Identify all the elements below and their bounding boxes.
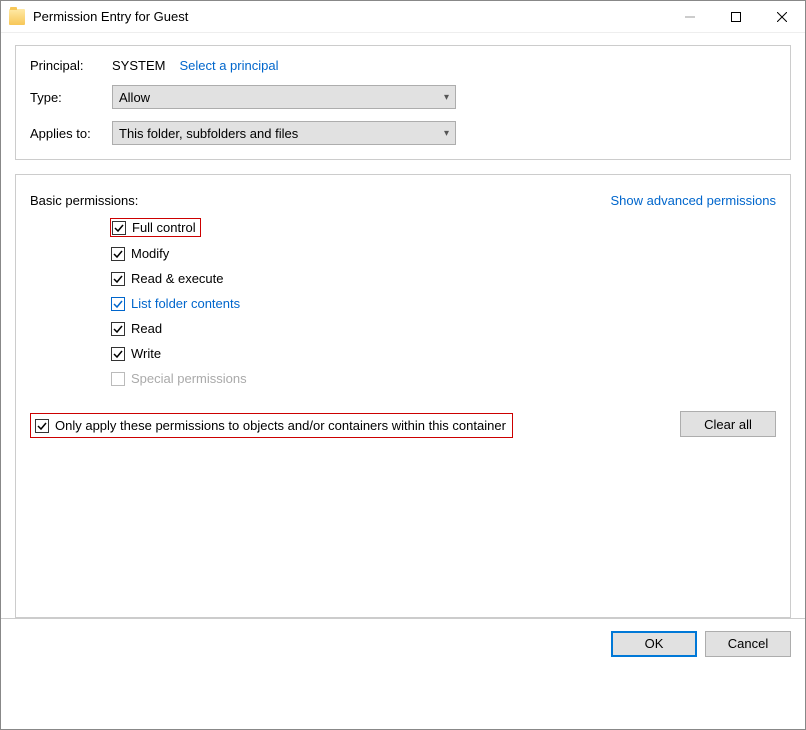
only-apply-checkbox[interactable] (35, 419, 49, 433)
type-label: Type: (30, 90, 112, 105)
permission-checkbox[interactable] (111, 272, 125, 286)
permissions-panel: Basic permissions: Show advanced permiss… (15, 174, 791, 618)
permission-checkbox[interactable] (111, 297, 125, 311)
permission-checkbox[interactable] (112, 221, 126, 235)
content-area: Principal: SYSTEM Select a principal Typ… (1, 33, 805, 618)
check-icon (113, 274, 123, 284)
permission-label: Read (131, 321, 162, 336)
select-principal-link[interactable]: Select a principal (179, 58, 278, 73)
permission-checkbox[interactable] (111, 322, 125, 336)
check-icon (113, 349, 123, 359)
ok-button[interactable]: OK (611, 631, 697, 657)
permissions-list: Full control Modify Read & execute List fol… (110, 218, 776, 387)
chevron-down-icon: ▾ (444, 92, 449, 103)
permission-row: Modify (110, 245, 173, 262)
type-row: Type: Allow ▾ (30, 85, 776, 109)
principal-panel: Principal: SYSTEM Select a principal Typ… (15, 45, 791, 160)
type-dropdown[interactable]: Allow ▾ (112, 85, 456, 109)
permission-label: Special permissions (131, 371, 247, 386)
applies-row: Applies to: This folder, subfolders and … (30, 121, 776, 145)
cancel-button[interactable]: Cancel (705, 631, 791, 657)
principal-label: Principal: (30, 58, 112, 73)
permissions-header: Basic permissions: Show advanced permiss… (30, 193, 776, 208)
clear-all-button[interactable]: Clear all (680, 411, 776, 437)
window-controls (667, 1, 805, 32)
only-apply-row: Only apply these permissions to objects … (30, 413, 513, 438)
applies-value: This folder, subfolders and files (119, 126, 298, 141)
permission-checkbox[interactable] (111, 247, 125, 261)
permission-row: Read (110, 320, 166, 337)
type-value: Allow (119, 90, 150, 105)
applies-label: Applies to: (30, 126, 112, 141)
titlebar: Permission Entry for Guest (1, 1, 805, 33)
minimize-button[interactable] (667, 1, 713, 32)
permission-label: List folder contents (131, 296, 240, 311)
window-title: Permission Entry for Guest (33, 9, 667, 24)
check-icon (114, 223, 124, 233)
permission-label: Modify (131, 246, 169, 261)
permission-checkbox[interactable] (111, 347, 125, 361)
permission-row: List folder contents (110, 295, 244, 312)
basic-permissions-label: Basic permissions: (30, 193, 138, 208)
permission-label: Full control (132, 220, 196, 235)
close-button[interactable] (759, 1, 805, 32)
principal-row: Principal: SYSTEM Select a principal (30, 58, 776, 73)
check-icon (113, 249, 123, 259)
applies-dropdown[interactable]: This folder, subfolders and files ▾ (112, 121, 456, 145)
permission-label: Write (131, 346, 161, 361)
permission-checkbox (111, 372, 125, 386)
permission-row: Write (110, 345, 165, 362)
show-advanced-link[interactable]: Show advanced permissions (611, 193, 776, 208)
close-icon (777, 12, 787, 22)
only-apply-label: Only apply these permissions to objects … (55, 418, 506, 433)
permission-row: Special permissions (110, 370, 251, 387)
principal-value: SYSTEM (112, 58, 165, 73)
permission-row: Read & execute (110, 270, 228, 287)
check-icon (113, 299, 123, 309)
check-icon (113, 324, 123, 334)
minimize-icon (685, 12, 695, 22)
permission-row: Full control (110, 218, 201, 237)
maximize-button[interactable] (713, 1, 759, 32)
maximize-icon (731, 12, 741, 22)
folder-icon (9, 9, 25, 25)
check-icon (37, 421, 47, 431)
permission-label: Read & execute (131, 271, 224, 286)
chevron-down-icon: ▾ (444, 128, 449, 139)
footer: OK Cancel (1, 618, 805, 668)
